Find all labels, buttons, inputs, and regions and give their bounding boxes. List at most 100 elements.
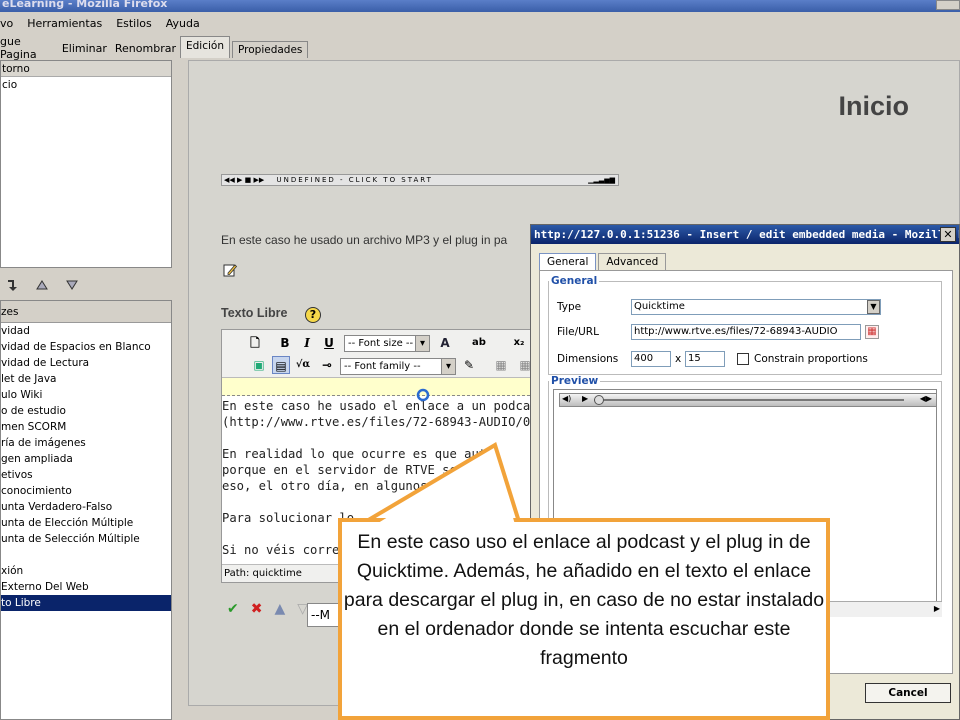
dimensions-label: Dimensions	[557, 353, 619, 365]
player-controls-icon[interactable]: ◀◀ ▶ ■ ▶▶	[224, 176, 264, 184]
font-family-select[interactable]: -- Font family --	[340, 358, 456, 375]
annotation-callout: En este caso uso el enlace al podcast y …	[338, 518, 830, 720]
outline-tree: torno cio	[0, 60, 172, 268]
step-icon[interactable]: ◀▶	[920, 394, 932, 403]
tab-advanced[interactable]: Advanced	[598, 253, 667, 270]
idevice-list: zes vidad vidad de Espacios en Blanco vi…	[0, 300, 172, 720]
volume-icon[interactable]: ◀)	[562, 394, 571, 403]
edit-html-icon[interactable]: ✎	[460, 356, 478, 374]
embedded-media-placeholder[interactable]	[222, 378, 540, 402]
constrain-label: Constrain proportions	[754, 353, 868, 365]
audio-player[interactable]: ◀◀ ▶ ■ ▶▶ UNDEFINED - CLICK TO START ▁▂▃…	[221, 174, 619, 186]
help-icon[interactable]: ?	[305, 307, 321, 323]
idevice-item[interactable]: gen ampliada	[1, 451, 171, 467]
idevice-item[interactable]: conocimiento	[1, 483, 171, 499]
move-down-level-icon[interactable]	[6, 279, 18, 291]
idevice-item[interactable]: o de estudio	[1, 403, 171, 419]
idevice-item[interactable]: ulo Wiki	[1, 387, 171, 403]
idevice-actions: ✔ ✖ ▲ ▽	[227, 599, 308, 619]
idevice-item[interactable]: etivos	[1, 467, 171, 483]
scrub-knob[interactable]	[594, 395, 604, 405]
idevice-item[interactable]: unta de Elección Múltiple	[1, 515, 171, 531]
italic-button[interactable]: I	[298, 334, 316, 352]
browse-icon[interactable]: ▦	[865, 325, 879, 339]
idevice-list-header: zes	[1, 301, 171, 323]
rename-button[interactable]: Renombrar	[115, 42, 176, 55]
paragraph-text: En este caso he usado un archivo MP3 y e…	[221, 233, 508, 247]
window-title: eLearning - Mozilla Firefox	[0, 0, 960, 12]
image-icon[interactable]: ▣	[250, 356, 268, 374]
link-icon[interactable]: ⊸	[318, 356, 336, 374]
menu-herramientas[interactable]: Herramientas	[27, 17, 102, 30]
idevice-item[interactable]: ría de imágenes	[1, 435, 171, 451]
edit-pencil-icon[interactable]	[223, 263, 237, 277]
audio-status-label: UNDEFINED - CLICK TO START	[276, 176, 433, 184]
cancel-button[interactable]: Cancel	[865, 683, 951, 703]
delete-button[interactable]: Eliminar	[62, 42, 107, 55]
idevice-item[interactable]: xión	[1, 563, 171, 579]
preview-legend: Preview	[551, 375, 599, 387]
constrain-checkbox[interactable]	[737, 353, 749, 365]
editor-toolbar: 🗋 B I U -- Font size -- A ab x₂ ▣ ▤ √α ⊸…	[222, 330, 540, 378]
idevice-item[interactable]: vidad de Espacios en Blanco	[1, 339, 171, 355]
check-icon[interactable]: ✔	[227, 601, 239, 617]
width-input[interactable]: 400	[631, 351, 671, 367]
menu-estilos[interactable]: Estilos	[116, 17, 152, 30]
close-icon[interactable]: ✕	[940, 227, 956, 242]
type-select[interactable]: Quicktime	[631, 299, 881, 315]
dialog-title: http://127.0.0.1:51236 - Insert / edit e…	[531, 225, 959, 244]
tab-edicion[interactable]: Edición	[180, 36, 230, 58]
outline-toolbar: gue Pagina Eliminar Renombrar	[0, 35, 176, 61]
idevice-item[interactable]: vidad	[1, 323, 171, 339]
idevice-item[interactable]: unta Verdadero-Falso	[1, 499, 171, 515]
idevice-item[interactable]	[1, 547, 171, 563]
main-tabs: Edición Propiedades	[180, 36, 310, 58]
height-input[interactable]: 15	[685, 351, 725, 367]
menu-ayuda[interactable]: Ayuda	[166, 17, 200, 30]
dimension-separator: x	[675, 353, 682, 365]
idevice-item[interactable]: vidad de Lectura	[1, 355, 171, 371]
general-fieldset: General Type Quicktime ▼ File/URL http:/…	[548, 275, 942, 375]
idevice-item[interactable]: unta de Selección Múltiple	[1, 531, 171, 547]
general-legend: General	[551, 275, 598, 287]
play-icon[interactable]: ▶	[582, 394, 588, 403]
scroll-right-icon[interactable]: ▶	[934, 604, 940, 613]
text-color-icon[interactable]: A	[436, 334, 454, 352]
outline-item-inicio[interactable]: cio	[1, 77, 171, 93]
outline-item-root[interactable]: torno	[1, 61, 171, 77]
menu-bar: vo Herramientas Estilos Ayuda	[0, 12, 960, 34]
type-label: Type	[557, 301, 582, 313]
add-page-button[interactable]: gue Pagina	[0, 35, 54, 61]
move-up-icon[interactable]	[36, 280, 48, 290]
tab-propiedades[interactable]: Propiedades	[232, 41, 309, 58]
idevice-item[interactable]: Externo Del Web	[1, 579, 171, 595]
dialog-tabs: General Advanced	[539, 253, 668, 270]
move-down-icon[interactable]	[66, 280, 78, 290]
new-document-icon[interactable]: 🗋	[246, 334, 264, 352]
math-icon[interactable]: √α	[294, 356, 312, 374]
section-title: Texto Libre	[221, 306, 288, 320]
file-url-input[interactable]: http://www.rtve.es/files/72-68943-AUDIO	[631, 324, 861, 340]
font-size-select[interactable]: -- Font size --	[344, 335, 430, 352]
underline-button[interactable]: U	[320, 334, 338, 352]
page-title: Inicio	[838, 91, 909, 121]
table-icon[interactable]: ▦	[492, 356, 510, 374]
tab-general[interactable]: General	[539, 253, 597, 270]
bold-button[interactable]: B	[276, 334, 294, 352]
chevron-down-icon[interactable]: ▼	[867, 300, 880, 314]
idevice-item-selected[interactable]: to Libre	[1, 595, 171, 611]
volume-icon: ▁▂▃▅▆	[588, 176, 615, 184]
menu-archivo[interactable]: vo	[0, 17, 13, 30]
move-up-icon[interactable]: ▲	[274, 601, 285, 617]
highlight-icon[interactable]: ab	[470, 334, 488, 352]
idevice-item[interactable]: let de Java	[1, 371, 171, 387]
media-icon[interactable]: ▤	[272, 356, 290, 374]
callout-pointer-fill	[370, 452, 516, 528]
scrub-bar[interactable]	[594, 399, 904, 401]
subscript-button[interactable]: x₂	[510, 334, 528, 352]
window-controls[interactable]	[936, 0, 960, 10]
delete-icon[interactable]: ✖	[251, 601, 263, 617]
idevice-item[interactable]: men SCORM	[1, 419, 171, 435]
quicktime-controller[interactable]: ◀) ▶ ◀▶	[559, 393, 937, 407]
idevice-toolbar	[0, 274, 176, 296]
